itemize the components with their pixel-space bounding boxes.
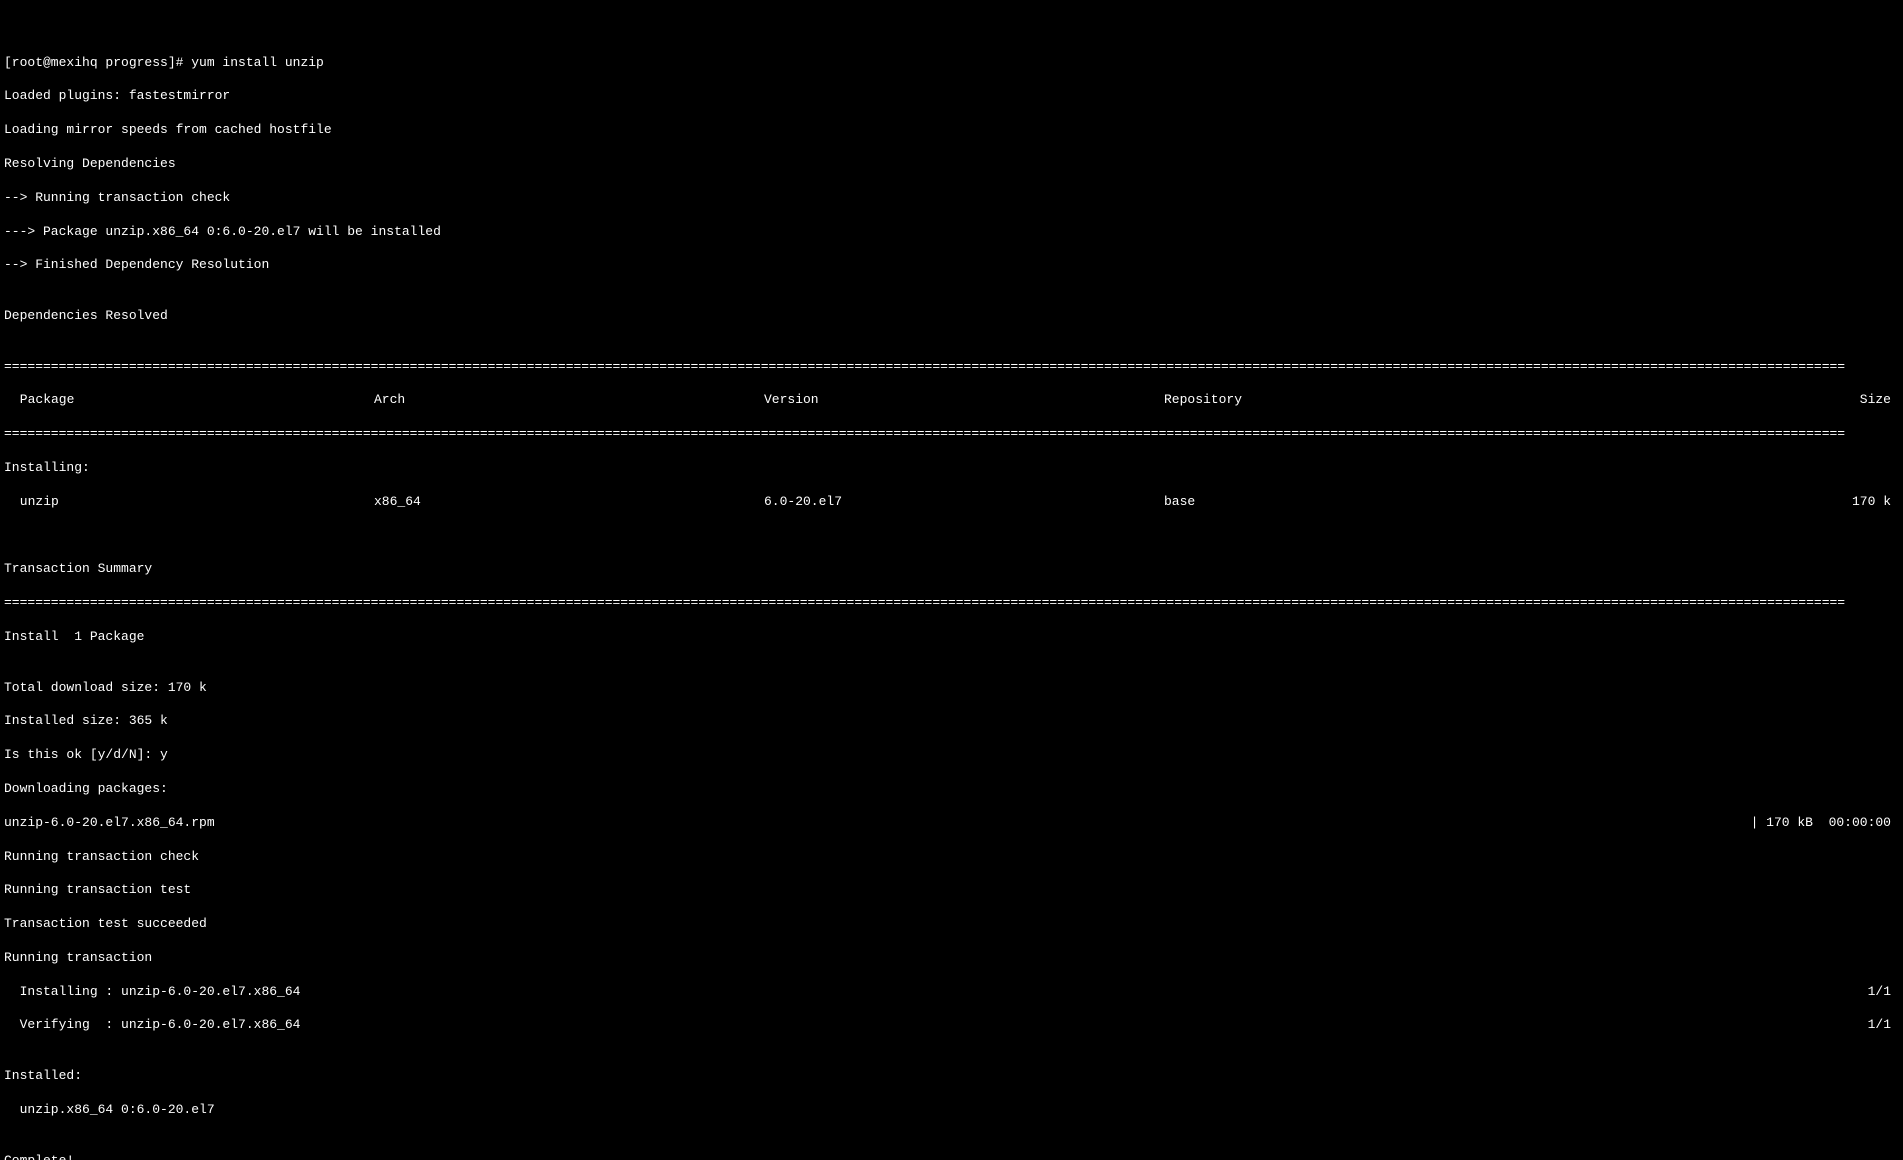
cell-size: 170 k (1524, 494, 1899, 511)
output-line: Running transaction check (4, 849, 1899, 866)
blank-line (4, 528, 1899, 545)
table-row: unzip x86_64 6.0-20.el7 base 170 k (4, 494, 1899, 511)
installing-step: Installing : unzip-6.0-20.el7.x86_64 1/1 (4, 984, 1899, 1001)
output-line: unzip.x86_64 0:6.0-20.el7 (4, 1102, 1899, 1119)
download-line: unzip-6.0-20.el7.x86_64.rpm | 170 kB 00:… (4, 815, 1899, 832)
cell-arch: x86_64 (374, 494, 764, 511)
output-line: ---> Package unzip.x86_64 0:6.0-20.el7 w… (4, 224, 1899, 241)
output-line: --> Running transaction check (4, 190, 1899, 207)
download-file: unzip-6.0-20.el7.x86_64.rpm (4, 815, 215, 832)
cell-version: 6.0-20.el7 (764, 494, 1164, 511)
installing-label: Installing: (4, 460, 1899, 477)
verifying-step: Verifying : unzip-6.0-20.el7.x86_64 1/1 (4, 1017, 1899, 1034)
cell-repository: base (1164, 494, 1524, 511)
output-line: Total download size: 170 k (4, 680, 1899, 697)
output-line: Running transaction test (4, 882, 1899, 899)
verifying-step-text: Verifying : unzip-6.0-20.el7.x86_64 (4, 1017, 300, 1034)
installing-step-text: Installing : unzip-6.0-20.el7.x86_64 (4, 984, 300, 1001)
output-line: Loading mirror speeds from cached hostfi… (4, 122, 1899, 139)
output-line: Dependencies Resolved (4, 308, 1899, 325)
output-line: Is this ok [y/d/N]: y (4, 747, 1899, 764)
output-line: Downloading packages: (4, 781, 1899, 798)
col-header-repository: Repository (1164, 392, 1524, 409)
output-line: --> Finished Dependency Resolution (4, 257, 1899, 274)
transaction-summary-label: Transaction Summary (4, 561, 1899, 578)
verifying-step-count: 1/1 (1868, 1017, 1899, 1034)
output-line: Resolving Dependencies (4, 156, 1899, 173)
output-line: Running transaction (4, 950, 1899, 967)
output-line: Transaction test succeeded (4, 916, 1899, 933)
output-line: Complete! (4, 1153, 1899, 1160)
cell-package: unzip (4, 494, 374, 511)
table-header-row: Package Arch Version Repository Size (4, 392, 1899, 409)
divider: ========================================… (4, 595, 1899, 612)
output-line: Installed size: 365 k (4, 713, 1899, 730)
terminal-prompt: [root@mexihq progress]# yum install unzi… (4, 55, 1899, 72)
download-progress: | 170 kB 00:00:00 (1751, 815, 1899, 832)
col-header-version: Version (764, 392, 1164, 409)
installing-step-count: 1/1 (1868, 984, 1899, 1001)
output-line: Loaded plugins: fastestmirror (4, 88, 1899, 105)
divider: ========================================… (4, 426, 1899, 443)
divider: ========================================… (4, 359, 1899, 376)
output-line: Installed: (4, 1068, 1899, 1085)
col-header-arch: Arch (374, 392, 764, 409)
col-header-package: Package (4, 392, 374, 409)
install-count: Install 1 Package (4, 629, 1899, 646)
col-header-size: Size (1524, 392, 1899, 409)
